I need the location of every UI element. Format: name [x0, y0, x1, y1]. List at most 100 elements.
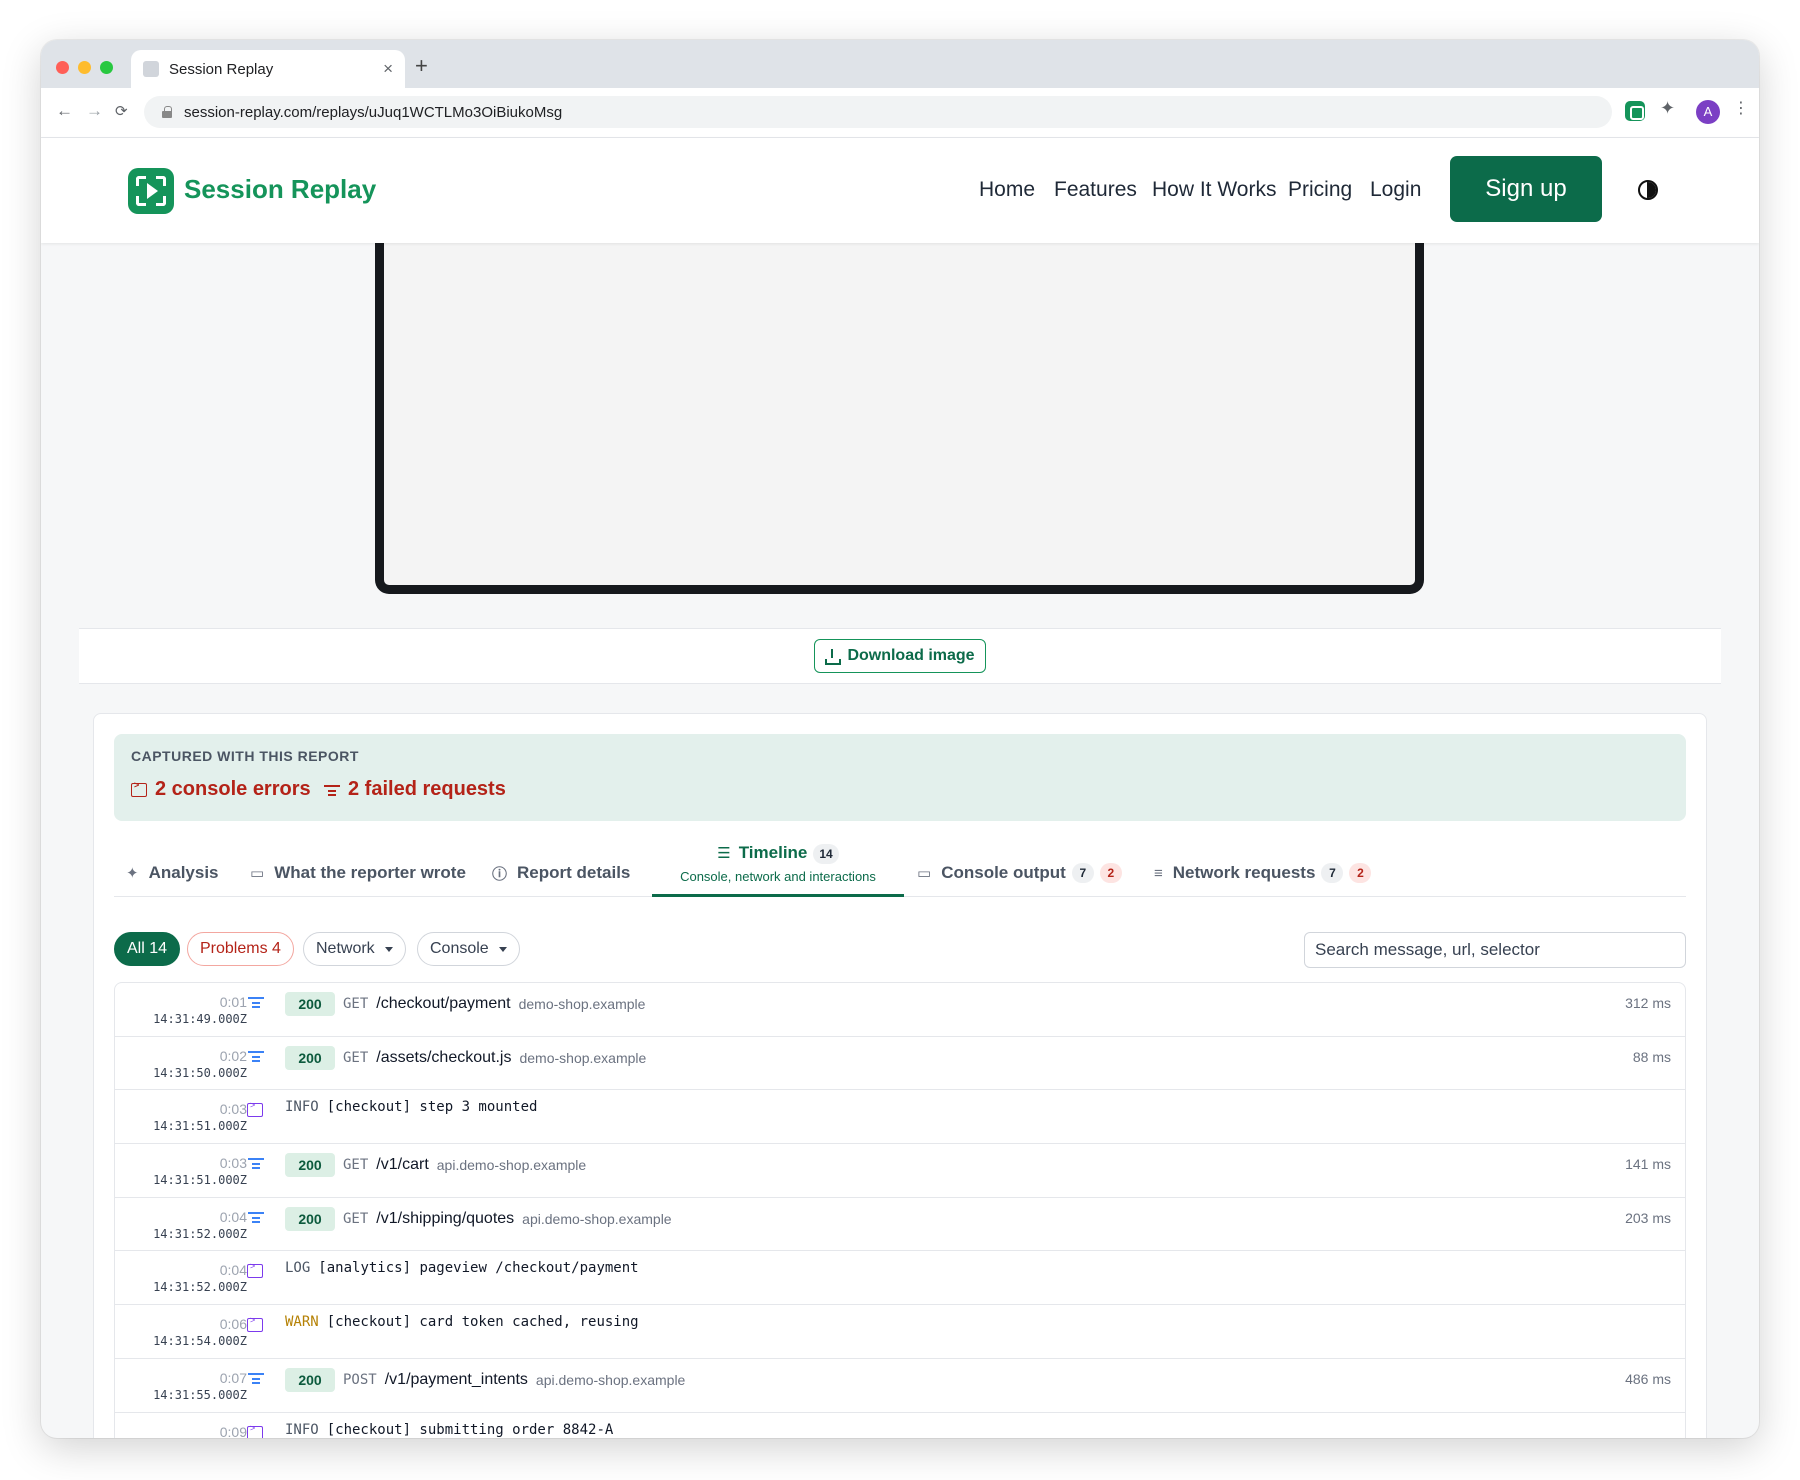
timeline-filters: All 14 Problems 4 Network Console — [114, 932, 1686, 968]
reload-icon[interactable]: ⟳ — [115, 102, 128, 120]
timeline-row[interactable]: 0:0414:31:52.000Z LOG [analytics] pageview… — [115, 1251, 1685, 1306]
extensions-puzzle-icon[interactable]: ✦ — [1660, 98, 1680, 118]
console-icon — [247, 1423, 263, 1438]
tab-title: Session Replay — [169, 60, 274, 78]
minimize-window-button[interactable] — [78, 61, 91, 74]
log-level: INFO — [285, 1421, 319, 1438]
close-tab-icon[interactable]: × — [383, 59, 393, 79]
browser-tab[interactable]: Session Replay × — [131, 50, 405, 88]
nav-features[interactable]: Features — [1054, 178, 1137, 202]
status-badge: 200 — [285, 992, 335, 1016]
elapsed-time: 0:04 — [219, 1208, 247, 1225]
browser-menu-icon[interactable]: ⋮ — [1733, 98, 1749, 118]
chip-label: All — [127, 940, 145, 957]
logo-text[interactable]: Session Replay — [184, 174, 376, 205]
request-path: /v1/shipping/quotes — [376, 1209, 515, 1227]
http-method: POST — [343, 1371, 377, 1388]
signup-button[interactable]: Sign up — [1450, 156, 1602, 222]
profile-avatar[interactable]: A — [1696, 100, 1720, 124]
comment-icon: ▭ — [250, 865, 265, 882]
request-duration: 312 ms — [1625, 995, 1671, 1011]
filter-network-dropdown[interactable]: Network — [303, 932, 406, 966]
maximize-window-button[interactable] — [100, 61, 113, 74]
filter-all-chip[interactable]: All 14 — [114, 932, 181, 966]
filter-console-dropdown[interactable]: Console — [417, 932, 520, 966]
count-badge: 14 — [813, 844, 839, 864]
console-errors-text: 2 console errors — [155, 778, 311, 800]
tab-console-output[interactable]: ▭ Console output 7 2 — [917, 849, 1122, 897]
status-badge: 200 — [285, 1206, 335, 1231]
sparkle-icon: ✦ — [126, 865, 139, 882]
browser-toolbar: ← → ⟳ session-replay.com/replays/uJuq1WC… — [41, 88, 1759, 138]
timeline-row[interactable]: 0:03 14:31:51.000Z 200 GET/v1/cart api.demo-… — [115, 1144, 1685, 1198]
log-message: [checkout] submitting order 8842-A — [326, 1421, 614, 1438]
chip-label: Console — [430, 940, 489, 957]
favicon-icon — [143, 61, 159, 77]
error-count-badge: 2 — [1349, 863, 1372, 883]
session-replay-extension-icon[interactable] — [1625, 101, 1645, 121]
elapsed-time: 0:02 — [219, 1047, 247, 1064]
tab-report-details[interactable]: ⓘ Report details — [492, 849, 630, 897]
timestamp: 14:31:51.000Z — [153, 1119, 247, 1134]
console-icon: ▭ — [917, 865, 932, 882]
tab-timeline[interactable]: ☰ Timeline 14 Console, network and interac… — [652, 839, 904, 897]
nav-login[interactable]: Login — [1370, 178, 1421, 202]
captured-summary: CAPTURED WITH THIS REPORT 2 console erro… — [114, 734, 1686, 821]
filter-problems-chip[interactable]: Problems 4 — [187, 932, 294, 966]
close-window-button[interactable] — [56, 61, 69, 74]
tab-label: Analysis — [148, 863, 219, 882]
forward-icon[interactable]: → — [86, 101, 103, 121]
timestamp: 14:31:51.000Z — [153, 1173, 247, 1188]
tab-analysis[interactable]: ✦ Analysis — [126, 849, 219, 897]
elapsed-time: 0:04 — [219, 1262, 247, 1279]
request-host: demo-shop.example — [518, 996, 646, 1012]
network-icon — [247, 1372, 265, 1386]
info-icon: ⓘ — [492, 865, 508, 883]
timeline-search-input[interactable] — [1304, 932, 1686, 968]
tab-reporter[interactable]: ▭ What the reporter wrote — [250, 849, 466, 897]
request-path: /v1/payment_intents — [384, 1370, 528, 1388]
new-tab-button[interactable]: + — [415, 53, 428, 79]
tab-label: Timeline — [738, 843, 808, 862]
console-errors-link[interactable]: 2 console errors — [131, 778, 311, 801]
tab-network-requests[interactable]: ≡ Network requests 7 2 — [1154, 849, 1372, 897]
nav-how-it-works[interactable]: How It Works — [1152, 178, 1276, 202]
timeline-row[interactable]: 0:0314:31:51.000Z INFO [checkout] step 3 m… — [115, 1090, 1685, 1145]
nav-home[interactable]: Home — [979, 178, 1035, 202]
download-label: Download image — [847, 647, 975, 664]
nav-pricing[interactable]: Pricing — [1288, 178, 1352, 202]
timeline-row[interactable]: 0:07 14:31:55.000Z 200 POST/v1/payment_inte… — [115, 1359, 1685, 1413]
timeline-row[interactable]: 0:0614:31:54.000Z WARN [checkout] card tok… — [115, 1305, 1685, 1359]
timestamp: 14:31:54.000Z — [153, 1334, 247, 1349]
request-path: /assets/checkout.js — [376, 1048, 512, 1066]
chevron-down-icon — [498, 946, 507, 952]
timeline-row[interactable]: 0:02 14:31:50.000Z 200 GET/assets/checkout.… — [115, 1037, 1685, 1091]
list-icon: ☰ — [717, 845, 731, 862]
logo-icon[interactable] — [128, 168, 174, 214]
address-bar[interactable]: session-replay.com/replays/uJuq1WCTLMo3O… — [144, 96, 1612, 128]
log-level: WARN — [285, 1314, 319, 1331]
request-duration: 141 ms — [1625, 1156, 1671, 1173]
failed-requests-link[interactable]: 2 failed requests — [324, 778, 506, 801]
browser-window: Session Replay × + ← → ⟳ session-replay.… — [41, 40, 1759, 1438]
network-icon — [247, 1050, 265, 1064]
back-icon[interactable]: ← — [56, 101, 73, 121]
timeline-row[interactable]: 0:01 14:31:49.000Z 200 GET/checkout/payment… — [115, 983, 1685, 1037]
log-level: LOG — [285, 1260, 311, 1277]
download-image-button[interactable]: Download image — [814, 639, 986, 673]
elapsed-time: 0:06 — [219, 1316, 247, 1333]
status-badge: 200 — [285, 1153, 335, 1178]
request-path: /checkout/payment — [376, 995, 511, 1012]
download-icon — [825, 649, 842, 665]
timeline-row[interactable]: 0:04 14:31:52.000Z 200 GET/v1/shipping/quot… — [115, 1198, 1685, 1252]
console-icon — [247, 1100, 263, 1118]
chip-label: Problems — [200, 940, 268, 957]
url-text: session-replay.com/replays/uJuq1WCTLMo3O… — [184, 103, 563, 121]
elapsed-time: 0:07 — [219, 1369, 247, 1386]
status-badge: 200 — [285, 1045, 335, 1070]
timeline-row[interactable]: 0:09 INFO [checkout] submitting order 8842… — [115, 1413, 1685, 1438]
chip-count: 14 — [149, 940, 168, 957]
tab-label: Console output — [941, 863, 1066, 882]
elapsed-time: 0:03 — [219, 1101, 247, 1118]
theme-toggle-icon[interactable] — [1638, 180, 1658, 200]
